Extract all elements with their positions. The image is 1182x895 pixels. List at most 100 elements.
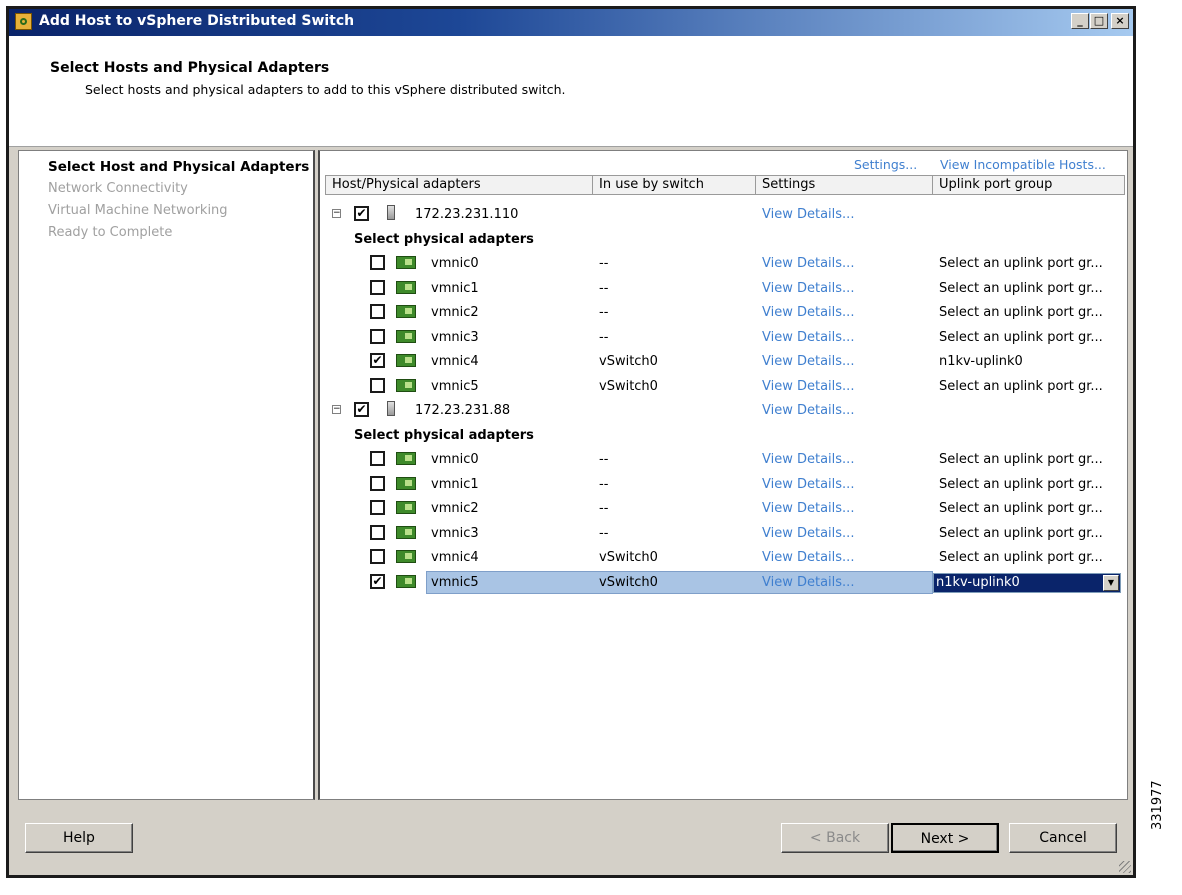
adapter-row[interactable]: vmnic3 -- View Details... Select an uplink … [320, 326, 1128, 350]
nic-icon [396, 501, 416, 514]
view-details-link[interactable]: View Details... [762, 207, 854, 222]
adapter-row[interactable]: vmnic2 -- View Details... Select an uplink … [320, 497, 1128, 521]
uplink-port-group[interactable]: Select an uplink port gr... [939, 526, 1103, 541]
cancel-button[interactable]: Cancel [1009, 823, 1117, 853]
settings-link[interactable]: Settings... [854, 157, 917, 172]
uplink-port-group[interactable]: Select an uplink port gr... [939, 256, 1103, 271]
view-details-link[interactable]: View Details... [762, 403, 854, 418]
view-details-link[interactable]: View Details... [762, 526, 854, 541]
in-use-switch: -- [599, 256, 609, 271]
uplink-port-group[interactable]: Select an uplink port gr... [939, 452, 1103, 467]
nic-icon [396, 550, 416, 563]
next-button[interactable]: Next > [891, 823, 999, 853]
adapter-name: vmnic5 [431, 574, 479, 590]
wizard-window: Add Host to vSphere Distributed Switch _… [6, 6, 1136, 878]
adapter-row[interactable]: vmnic1 -- View Details... Select an uplink … [320, 473, 1128, 497]
wizard-footer: Help < Back Next > Cancel [9, 805, 1133, 875]
in-use-switch: vSwitch0 [599, 574, 658, 590]
adapter-checkbox[interactable] [370, 451, 385, 466]
dropdown-arrow-icon[interactable]: ▼ [1103, 574, 1119, 591]
adapter-row[interactable]: vmnic0 -- View Details... Select an uplink … [320, 252, 1128, 276]
view-details-link[interactable]: View Details... [762, 550, 854, 565]
view-details-link[interactable]: View Details... [762, 452, 854, 467]
adapter-checkbox[interactable] [370, 475, 385, 491]
view-details-link[interactable]: View Details... [762, 281, 854, 296]
col-host-adapters[interactable]: Host/Physical adapters [326, 176, 593, 194]
adapter-row[interactable]: vmnic5 vSwitch0 View Details... Select an u… [320, 375, 1128, 399]
adapter-checkbox[interactable] [370, 279, 385, 295]
collapse-icon[interactable]: − [332, 405, 341, 414]
uplink-port-group[interactable]: n1kv-uplink0 [939, 354, 1023, 369]
col-in-use-by-switch[interactable]: In use by switch [593, 176, 756, 194]
in-use-switch: -- [599, 501, 609, 516]
adapter-row[interactable]: ✔ vmnic4 vSwitch0 View Details... n1kv-uplin… [320, 350, 1128, 374]
adapter-checkbox[interactable]: ✔ [370, 353, 385, 368]
adapter-row[interactable]: vmnic3 -- View Details... Select an uplink … [320, 522, 1128, 546]
in-use-switch: -- [599, 452, 609, 467]
view-details-link[interactable]: View Details... [762, 575, 854, 590]
in-use-switch: -- [599, 305, 609, 320]
uplink-port-group[interactable]: Select an uplink port gr... [939, 501, 1103, 516]
back-button[interactable]: < Back [781, 823, 889, 853]
maximize-button[interactable]: □ [1090, 13, 1108, 29]
view-incompatible-hosts-link[interactable]: View Incompatible Hosts... [940, 157, 1106, 172]
resize-grip[interactable] [1119, 861, 1131, 873]
adapter-checkbox[interactable] [370, 377, 385, 393]
uplink-port-group-select[interactable]: n1kv-uplink0 ▼ [933, 572, 1121, 593]
uplink-port-group[interactable]: Select an uplink port gr... [939, 305, 1103, 320]
step-vm-networking: Virtual Machine Networking [48, 203, 228, 218]
uplink-port-group[interactable]: Select an uplink port gr... [939, 330, 1103, 345]
col-settings[interactable]: Settings [756, 176, 933, 194]
view-details-link[interactable]: View Details... [762, 305, 854, 320]
host-checkbox[interactable]: ✔ [354, 402, 369, 417]
nic-icon [396, 452, 416, 465]
nic-icon [396, 305, 416, 318]
step-network-connectivity: Network Connectivity [48, 181, 188, 196]
view-details-link[interactable]: View Details... [762, 256, 854, 271]
server-icon [387, 205, 395, 220]
nic-icon [396, 378, 416, 392]
adapter-row[interactable]: vmnic0 -- View Details... Select an uplink … [320, 448, 1128, 472]
uplink-port-group[interactable]: Select an uplink port gr... [939, 379, 1103, 394]
adapter-checkbox[interactable] [370, 304, 385, 319]
adapter-checkbox[interactable] [370, 328, 385, 344]
collapse-icon[interactable]: − [332, 209, 341, 218]
host-checkbox[interactable]: ✔ [354, 206, 369, 221]
host-row[interactable]: − ✔ 172.23.231.88 View Details... [320, 399, 1128, 423]
table-header: Host/Physical adapters In use by switch … [325, 175, 1125, 195]
adapter-name: vmnic5 [431, 378, 479, 394]
adapter-checkbox[interactable]: ✔ [370, 573, 385, 589]
adapter-checkbox[interactable] [370, 255, 385, 270]
minimize-button[interactable]: _ [1071, 13, 1089, 29]
server-icon [387, 401, 395, 416]
selection-highlight [426, 570, 933, 594]
adapter-row[interactable]: ✔ vmnic5 vSwitch0 View Details... n1kv-uplin… [320, 570, 1128, 595]
view-details-link[interactable]: View Details... [762, 379, 854, 394]
uplink-port-group[interactable]: Select an uplink port gr... [939, 550, 1103, 565]
host-row[interactable]: − ✔ 172.23.231.110 View Details... [320, 203, 1128, 227]
select-adapters-heading: Select physical adapters [354, 231, 534, 247]
adapter-checkbox[interactable] [370, 524, 385, 540]
col-uplink-port-group[interactable]: Uplink port group [933, 176, 1124, 194]
adapter-checkbox[interactable] [370, 549, 385, 564]
adapter-row[interactable]: vmnic2 -- View Details... Select an uplink … [320, 301, 1128, 325]
adapter-row[interactable]: vmnic4 vSwitch0 View Details... Select an u… [320, 546, 1128, 570]
nic-icon [396, 280, 416, 294]
view-details-link[interactable]: View Details... [762, 477, 854, 492]
adapters-panel: Settings... View Incompatible Hosts... H… [318, 150, 1128, 800]
title-bar[interactable]: Add Host to vSphere Distributed Switch _… [9, 9, 1133, 36]
nic-icon [396, 256, 416, 269]
uplink-port-group[interactable]: Select an uplink port gr... [939, 477, 1103, 492]
close-button[interactable]: × [1111, 13, 1129, 29]
step-ready: Ready to Complete [48, 225, 173, 240]
view-details-link[interactable]: View Details... [762, 330, 854, 345]
adapter-name: vmnic0 [431, 452, 479, 467]
uplink-port-group[interactable]: Select an uplink port gr... [939, 281, 1103, 296]
adapter-row[interactable]: vmnic1 -- View Details... Select an uplink … [320, 277, 1128, 301]
uplink-selected-value: n1kv-uplink0 [936, 574, 1020, 590]
view-details-link[interactable]: View Details... [762, 354, 854, 369]
view-details-link[interactable]: View Details... [762, 501, 854, 516]
help-button[interactable]: Help [25, 823, 133, 853]
adapter-checkbox[interactable] [370, 500, 385, 515]
step-select-hosts[interactable]: Select Host and Physical Adapters [48, 159, 309, 175]
